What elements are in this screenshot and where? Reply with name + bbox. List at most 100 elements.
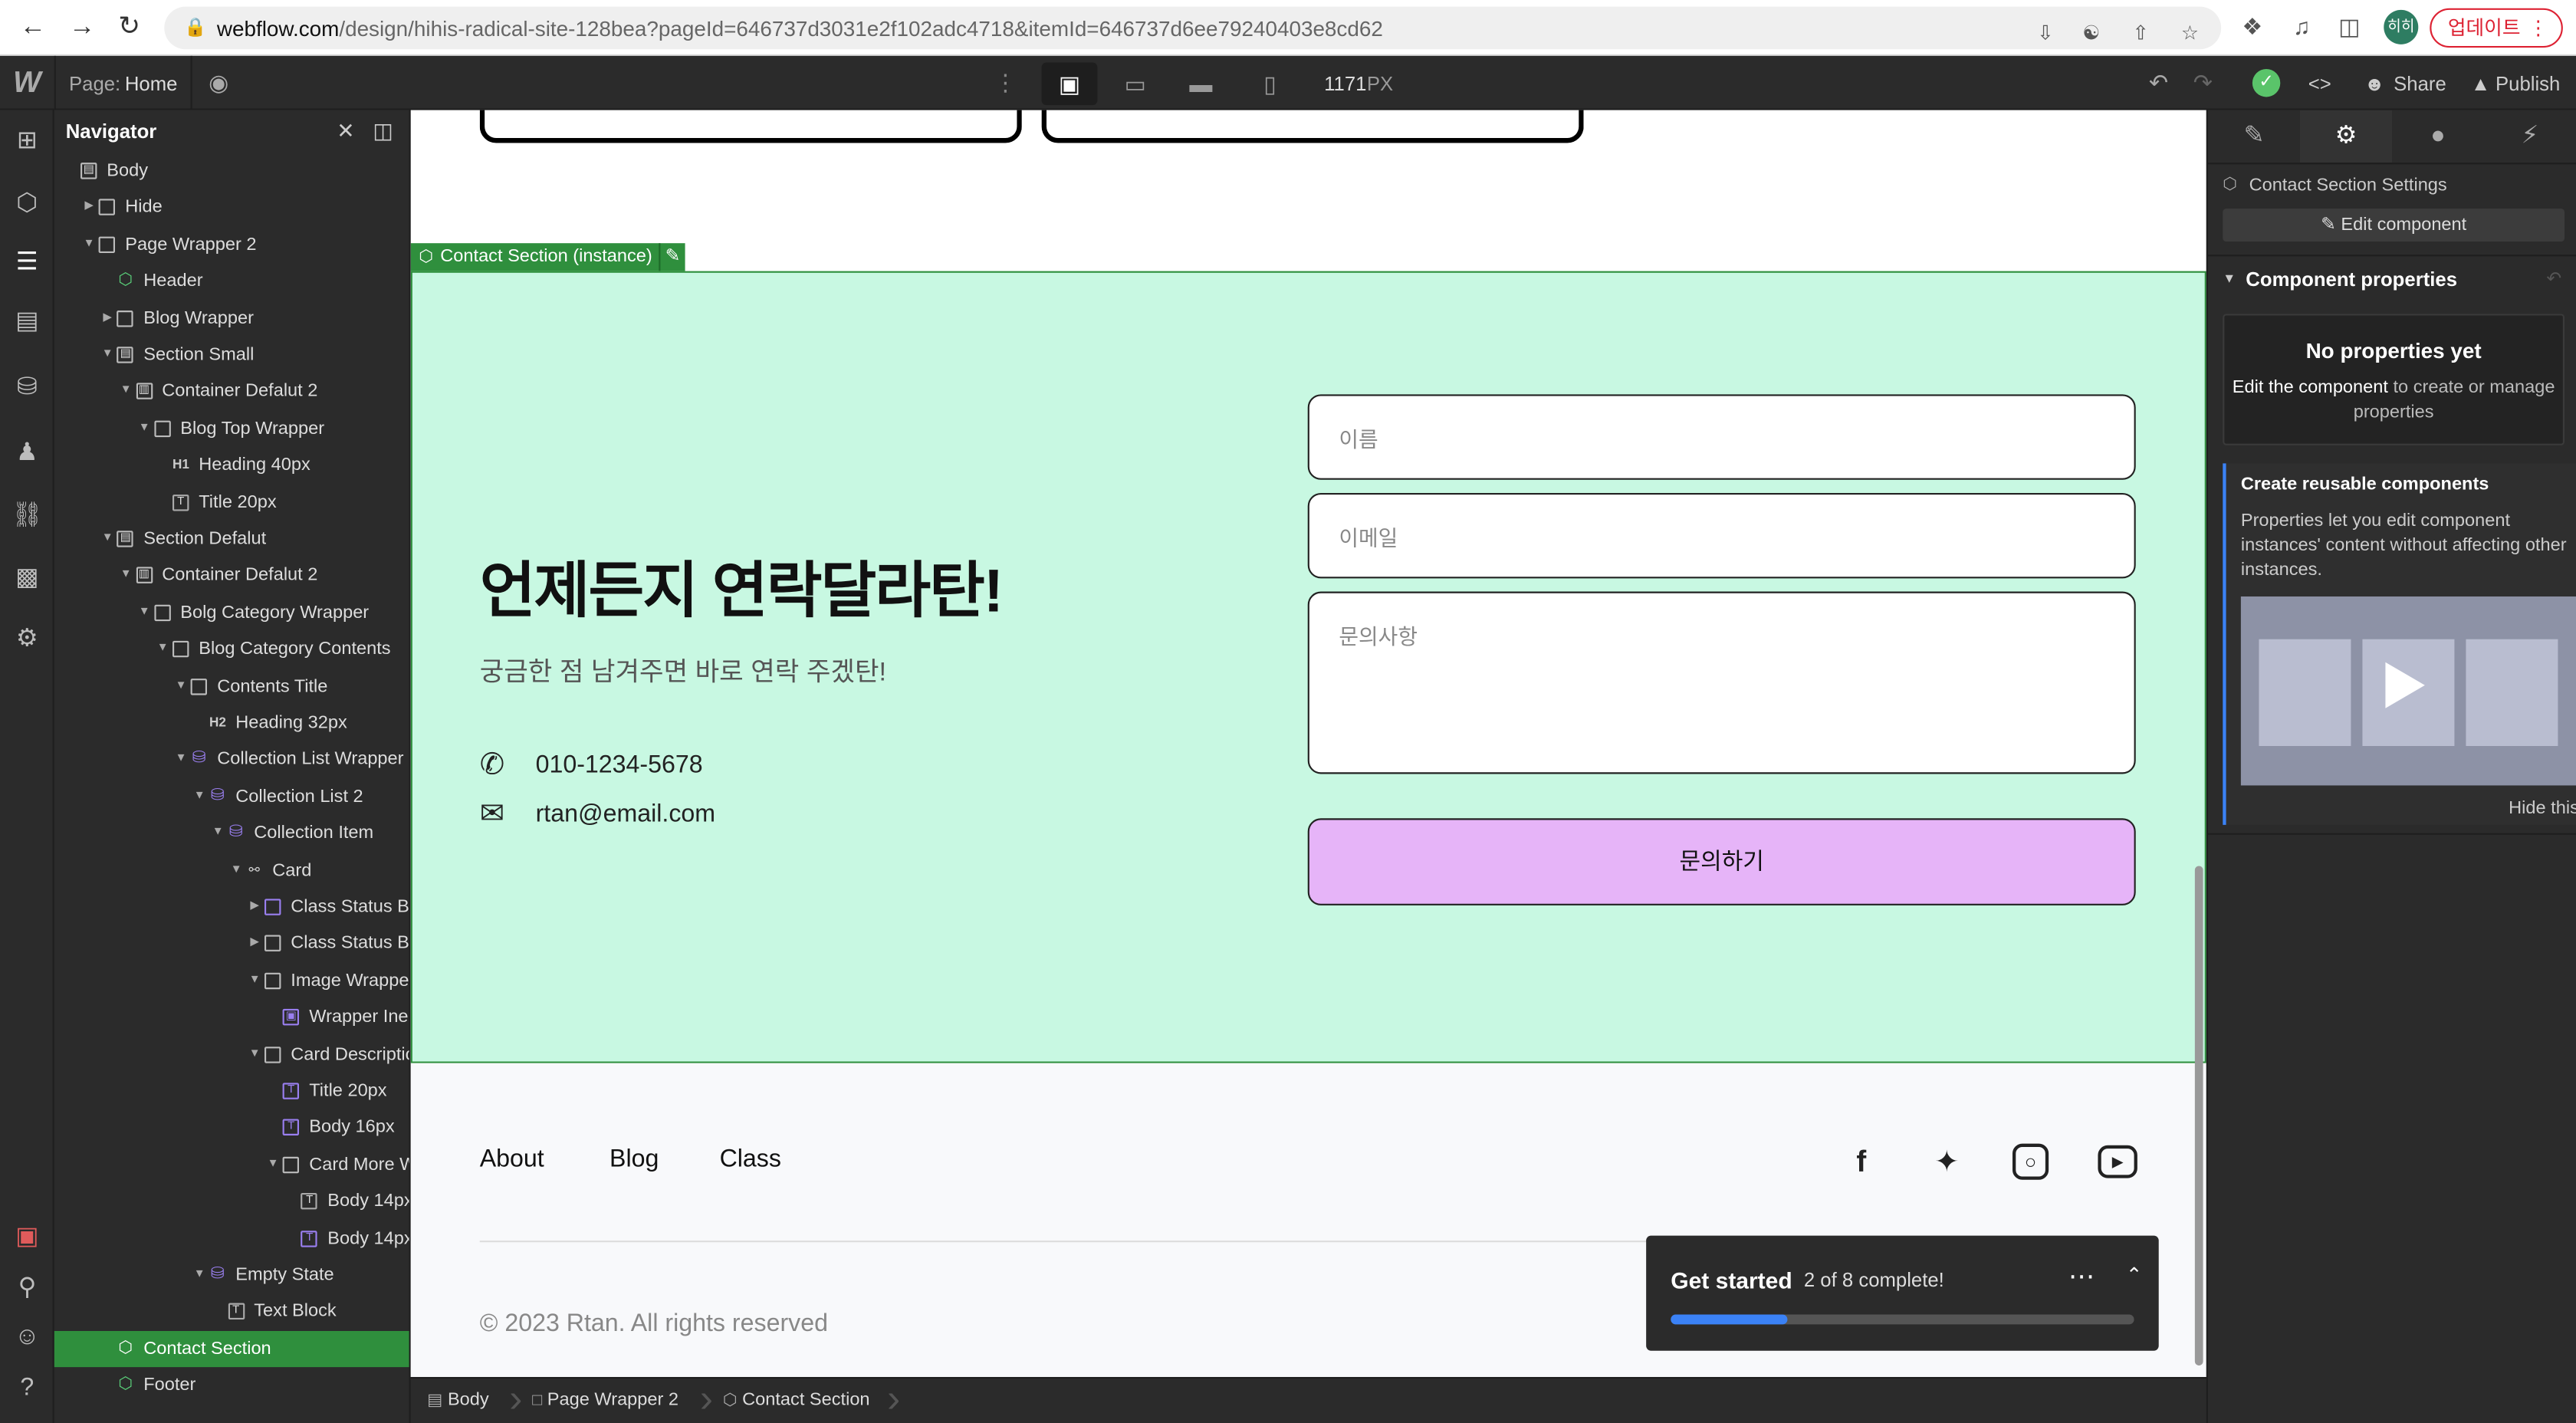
navigator-item[interactable]: ▼ Card More Wrapper [54,1147,409,1183]
share-button[interactable]: Share [2394,72,2446,95]
collaborators-icon[interactable]: ☺ [12,1321,43,1352]
navigator-item[interactable]: ▼ ⚯ Card [54,852,409,888]
youtube-icon[interactable]: ▶ [2098,1145,2137,1178]
edit-component-button[interactable]: ✎ Edit component [2223,209,2564,242]
navigator-icon[interactable]: ☰ [12,246,43,278]
navigator-item[interactable]: ⬡ Footer [54,1368,409,1404]
navigator-item[interactable]: T Body 14px [54,1221,409,1257]
navigator-item[interactable]: ▼ ▤ Section Small [54,337,409,373]
settings-icon[interactable]: ⚙ [12,623,43,654]
navigator-item[interactable]: ▼ ▥ Container Defalut 2 [54,557,409,593]
navigator-item[interactable]: ▶ Blog Wrapper [54,300,409,336]
expand-down-icon[interactable]: ▼ [193,1257,206,1293]
footer-link-about[interactable]: About [480,1145,544,1173]
page-name[interactable]: Home [125,72,178,95]
navigator-item[interactable]: ⬡ Header [54,263,409,299]
more-options-icon[interactable]: ⋯ [2068,1260,2095,1293]
submit-button[interactable]: 문의하기 [1307,818,2136,905]
expand-down-icon[interactable]: ▼ [120,557,133,593]
collapse-chevron-icon[interactable]: ⌃ [2126,1264,2143,1287]
assets-icon[interactable]: ▩ [12,562,43,593]
address-bar[interactable]: 🔒 webflow.com/design/hihis-radical-site-… [164,6,2222,50]
navigator-item[interactable]: ▼ Page Wrapper 2 [54,226,409,262]
breadcrumb-page-wrapper[interactable]: □ Page Wrapper 2 [532,1390,678,1410]
install-icon[interactable]: ⇩ [2034,21,2057,44]
navigator-item[interactable]: ▼ ⛁ Collection List 2 [54,778,409,814]
more-devices-icon[interactable]: ⋮ [994,69,1017,97]
desktop-device-icon[interactable]: ▣ [1041,62,1098,106]
navigator-item[interactable]: ▼ ⛁ Collection List Wrapper [54,741,409,777]
navigator-item[interactable]: ▼ Blog Category Contents [54,631,409,667]
navigator-item[interactable]: ▼ Contents Title [54,668,409,704]
canvas-scrollbar[interactable] [2194,866,2203,1365]
expand-down-icon[interactable]: ▼ [212,815,225,851]
expand-down-icon[interactable]: ▼ [230,852,243,888]
expand-down-icon[interactable]: ▼ [138,410,151,446]
audit-icon[interactable]: ▣ [12,1221,43,1252]
users-icon[interactable]: ♟ [12,437,43,468]
design-canvas[interactable]: ⬡ Contact Section (instance) ✎ 언제든지 연락달라… [410,110,2206,1377]
close-navigator-icon[interactable]: ✕ [337,118,354,144]
navigator-item[interactable]: ▶ Class Status Badge [54,889,409,925]
sidepanel-icon[interactable]: ◫ [2338,15,2361,38]
footer-link-class[interactable]: Class [720,1145,781,1173]
footer-link-blog[interactable]: Blog [610,1145,659,1173]
tutorial-video-thumbnail[interactable] [2240,596,2576,786]
navigator-item[interactable]: ▼ ▥ Container Defalut 2 [54,373,409,409]
mobile-landscape-icon[interactable]: ▬ [1173,62,1229,105]
play-icon[interactable] [2385,662,2425,708]
settings-gear-icon[interactable]: ⚙ [2300,110,2392,163]
publish-button[interactable]: Publish [2496,72,2560,95]
edit-pencil-icon[interactable]: ✎ [659,243,685,271]
section-collapse-icon[interactable]: ▼ [2223,271,2236,286]
expand-down-icon[interactable]: ▼ [248,1036,261,1072]
navigator-item[interactable]: ▶ Hide [54,189,409,225]
expand-down-icon[interactable]: ▼ [193,778,206,814]
hide-tip-link[interactable]: Hide this [2509,799,2576,819]
search-icon[interactable]: ⚲ [12,1272,43,1303]
update-button[interactable]: 업데이트 ⋮ [2430,8,2563,48]
twitter-icon[interactable]: ✦ [1927,1142,1967,1181]
email-field[interactable]: 이메일 [1307,492,2136,579]
navigator-item[interactable]: T Title 20px [54,484,409,520]
navigator-item[interactable]: ▶ Class Status Badge [54,925,409,961]
navigator-item[interactable]: ▼ Card Description [54,1036,409,1072]
expand-right-icon[interactable]: ▶ [101,300,114,336]
forward-icon[interactable]: → [69,14,95,41]
navigator-item[interactable]: ▣ Wrapper Iner Image [54,999,409,1035]
navigator-item[interactable]: ▼ ⛁ Empty State [54,1257,409,1293]
reset-icon[interactable]: ↶ [2546,268,2561,289]
message-field[interactable]: 문의사항 [1307,591,2136,774]
navigator-item[interactable]: ▼ ▤ Section Defalut [54,521,409,557]
name-field[interactable]: 이름 [1307,394,2136,480]
navigator-item[interactable]: H1 Heading 40px [54,447,409,483]
expand-down-icon[interactable]: ▼ [101,521,114,557]
breadcrumb-body[interactable]: ▤ Body [427,1390,489,1410]
navigator-item[interactable]: H2 Heading 32px [54,705,409,741]
pages-icon[interactable]: ▤ [12,306,43,337]
code-icon[interactable]: <> [2308,72,2331,95]
style-brush-icon[interactable]: ✎ [2208,110,2300,163]
facebook-icon[interactable]: f [1842,1142,1881,1181]
navigator-item[interactable]: ▼ Bolg Category Wrapper [54,594,409,630]
navigator-item[interactable]: ▤ Body [54,153,409,189]
instance-label[interactable]: ⬡ Contact Section (instance) ✎ [410,243,685,271]
expand-down-icon[interactable]: ▼ [267,1147,280,1183]
translate-icon[interactable]: ☯ [2080,21,2103,44]
share-page-icon[interactable]: ⇧ [2129,21,2152,44]
expand-down-icon[interactable]: ▼ [156,631,169,667]
navigator-item[interactable]: ▼ Image Wrapper 2 [54,962,409,998]
mobile-portrait-icon[interactable]: ▯ [1242,62,1298,105]
bookmark-star-icon[interactable]: ☆ [2178,21,2201,44]
expand-down-icon[interactable]: ▼ [120,373,133,409]
expand-down-icon[interactable]: ▼ [248,962,261,998]
navigator-item[interactable]: ⬡ Contact Section [54,1330,409,1367]
edit-component-link[interactable]: Edit the component [2233,378,2388,398]
get-started-widget[interactable]: Get started 2 of 8 complete! ⋯ ⌃ [1646,1235,2159,1351]
dock-panel-icon[interactable]: ◫ [373,118,393,144]
navigator-item[interactable]: ▼ ⛁ Collection Item [54,815,409,851]
expand-right-icon[interactable]: ▶ [248,925,261,961]
add-element-icon[interactable]: ⊞ [12,125,43,156]
instagram-icon[interactable]: ○ [2013,1143,2049,1180]
reload-icon[interactable]: ↻ [118,14,140,41]
